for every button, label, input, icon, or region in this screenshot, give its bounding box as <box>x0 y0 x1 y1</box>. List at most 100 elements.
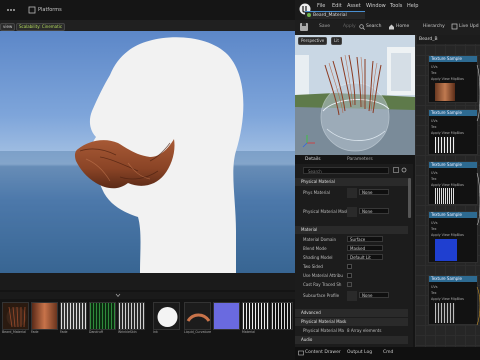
use-material-attributes-checkbox[interactable] <box>347 273 352 278</box>
menu-tools[interactable]: Tools <box>390 3 402 9</box>
level-viewport[interactable]: Platforms view Scalability: Cinematic <box>0 0 295 290</box>
phys-material-mask-array-value: 8 Array elements <box>347 328 382 333</box>
section-physical-material-mask[interactable]: Physical Material Mask <box>295 318 408 326</box>
asset-name: WrinkleSkin <box>118 330 137 334</box>
search-button[interactable]: Search <box>366 24 381 29</box>
material-domain-select[interactable]: Surface <box>347 236 383 242</box>
details-search-input[interactable]: Search <box>303 167 389 174</box>
material-graph[interactable]: Beard_B Texture Sample UVs Tex Apply Vie… <box>415 35 480 347</box>
tab-details[interactable]: Details <box>305 157 321 162</box>
subsurface-profile-thumbnail <box>347 291 357 301</box>
save-icon[interactable] <box>299 22 309 32</box>
content-drawer-button[interactable]: Content Drawer <box>305 350 341 355</box>
apply-button[interactable]: Apply <box>343 24 356 29</box>
row-phys-material-mask-array: Physical Material Ma 8 Array elements <box>295 326 407 335</box>
output-log-button[interactable]: Output Log <box>347 350 372 355</box>
save-button[interactable]: Save <box>319 24 330 29</box>
details-scrollbar[interactable] <box>408 178 411 218</box>
viewport-footer <box>0 273 295 290</box>
viewport-header: Platforms <box>0 0 295 20</box>
phys-material-thumbnail <box>347 188 357 198</box>
asset-thumb-dandruff[interactable] <box>89 302 116 330</box>
cast-ray-traced-label: Cast Ray Traced Sh <box>303 282 342 287</box>
material-preview-viewport[interactable]: Perspective Lit <box>295 35 415 155</box>
row-subsurface-profile: Subsurface Profile None <box>295 291 407 301</box>
chevron-down-icon[interactable] <box>115 293 121 298</box>
asset-thumb-beard-material[interactable] <box>2 302 29 330</box>
row-two-sided: Two Sided <box>295 262 407 271</box>
search-icon <box>359 24 365 30</box>
menu-help[interactable]: Help <box>407 3 418 9</box>
phys-material-select[interactable]: None <box>359 189 389 195</box>
preview-lit-pill[interactable]: Lit <box>331 37 342 45</box>
asset-name: Liquid_Curvature <box>184 330 211 334</box>
main-menu: File Edit Asset Window Tools Help <box>317 3 467 10</box>
cast-ray-traced-checkbox[interactable] <box>347 282 352 287</box>
row-phys-material: Phys Material None <box>295 188 407 198</box>
cmd-button[interactable]: Cmd <box>383 350 393 355</box>
scalability-pill[interactable]: Scalability: Cinematic <box>16 23 66 31</box>
asset-thumb-blue-normal[interactable] <box>213 302 240 330</box>
blend-mode-select[interactable]: Masked <box>347 245 383 251</box>
hierarchy-button[interactable]: Hierarchy <box>423 24 445 29</box>
asset-thumb-material[interactable] <box>242 302 269 330</box>
live-update-button[interactable]: Live Upd <box>459 24 479 29</box>
asset-thumb-liquid-curvature[interactable] <box>184 302 211 330</box>
phys-material-mask-label: Physical Material Mask <box>303 209 349 214</box>
asset-thumb-fade[interactable] <box>31 302 58 330</box>
asset-thumb-wrinkleskin[interactable] <box>118 302 145 330</box>
content-browser: Beard_Material Fade Fade Dandruff Wrinkl… <box>0 290 295 360</box>
view-mode-pill[interactable]: view <box>0 23 16 31</box>
asset-name: Fade <box>60 330 68 334</box>
menu-window[interactable]: Window <box>366 3 386 9</box>
phys-material-mask-thumbnail <box>347 207 357 217</box>
preview-perspective-pill[interactable]: Perspective <box>298 37 328 45</box>
settings-icon[interactable] <box>401 167 407 173</box>
section-material[interactable]: Material <box>295 226 408 234</box>
material-domain-label: Material Domain <box>303 237 337 242</box>
material-editor-header: File Edit Asset Window Tools Help Beard_… <box>295 0 480 36</box>
section-audio[interactable]: Audio <box>295 336 408 344</box>
viewport-scene[interactable] <box>0 31 295 273</box>
two-sided-label: Two Sided <box>303 264 323 269</box>
menu-dots-icon[interactable] <box>6 5 16 15</box>
two-sided-checkbox[interactable] <box>347 264 352 269</box>
menu-asset[interactable]: Asset <box>347 3 361 9</box>
preview-scene <box>295 35 415 155</box>
tab-parameters[interactable]: Parameters <box>347 157 373 162</box>
row-cast-ray-traced: Cast Ray Traced Sh <box>295 280 407 289</box>
details-tabs: Details Parameters <box>295 155 413 164</box>
row-use-material-attributes: Use Material Attribu <box>295 271 407 280</box>
menu-file[interactable]: File <box>317 3 325 9</box>
subsurface-profile-label: Subsurface Profile <box>303 293 340 298</box>
phys-material-mask-array-label: Physical Material Ma <box>303 328 344 333</box>
asset-name: Ink <box>153 330 158 334</box>
menu-edit[interactable]: Edit <box>332 3 342 9</box>
use-material-attributes-label: Use Material Attribu <box>303 273 343 278</box>
head-mannequin-with-beard <box>0 37 295 273</box>
platforms-menu[interactable]: Platforms <box>38 7 62 13</box>
graph-wires <box>476 64 480 326</box>
live-update-icon <box>451 23 458 30</box>
phys-material-mask-select[interactable]: None <box>359 208 389 214</box>
subsurface-profile-select[interactable]: None <box>359 292 389 298</box>
shading-model-label: Shading Model <box>303 255 333 260</box>
content-drawer-icon <box>298 350 304 356</box>
asset-name: Fade <box>31 330 39 334</box>
row-shading-model: Shading Model Default Lit <box>295 253 407 262</box>
home-button[interactable]: Home <box>396 24 409 29</box>
asset-name: Dandruff <box>89 330 103 334</box>
material-toolbar: Save Apply Search Home Hierarchy Live Up… <box>295 20 480 35</box>
asset-thumb-strands[interactable] <box>271 302 293 330</box>
blend-mode-label: Blend Mode <box>303 246 327 251</box>
row-blend-mode: Blend Mode Masked <box>295 244 407 253</box>
section-advanced[interactable]: Advanced <box>295 309 408 317</box>
asset-tab[interactable]: Beard_Material <box>305 11 365 19</box>
section-physical-material[interactable]: Physical Material <box>295 178 408 186</box>
asset-thumb-fade-2[interactable] <box>60 302 87 330</box>
material-icon <box>307 13 311 17</box>
details-search-placeholder: Search <box>308 169 322 174</box>
table-view-icon[interactable] <box>393 167 399 173</box>
asset-thumb-ink[interactable] <box>153 302 180 330</box>
shading-model-select[interactable]: Default Lit <box>347 254 383 260</box>
